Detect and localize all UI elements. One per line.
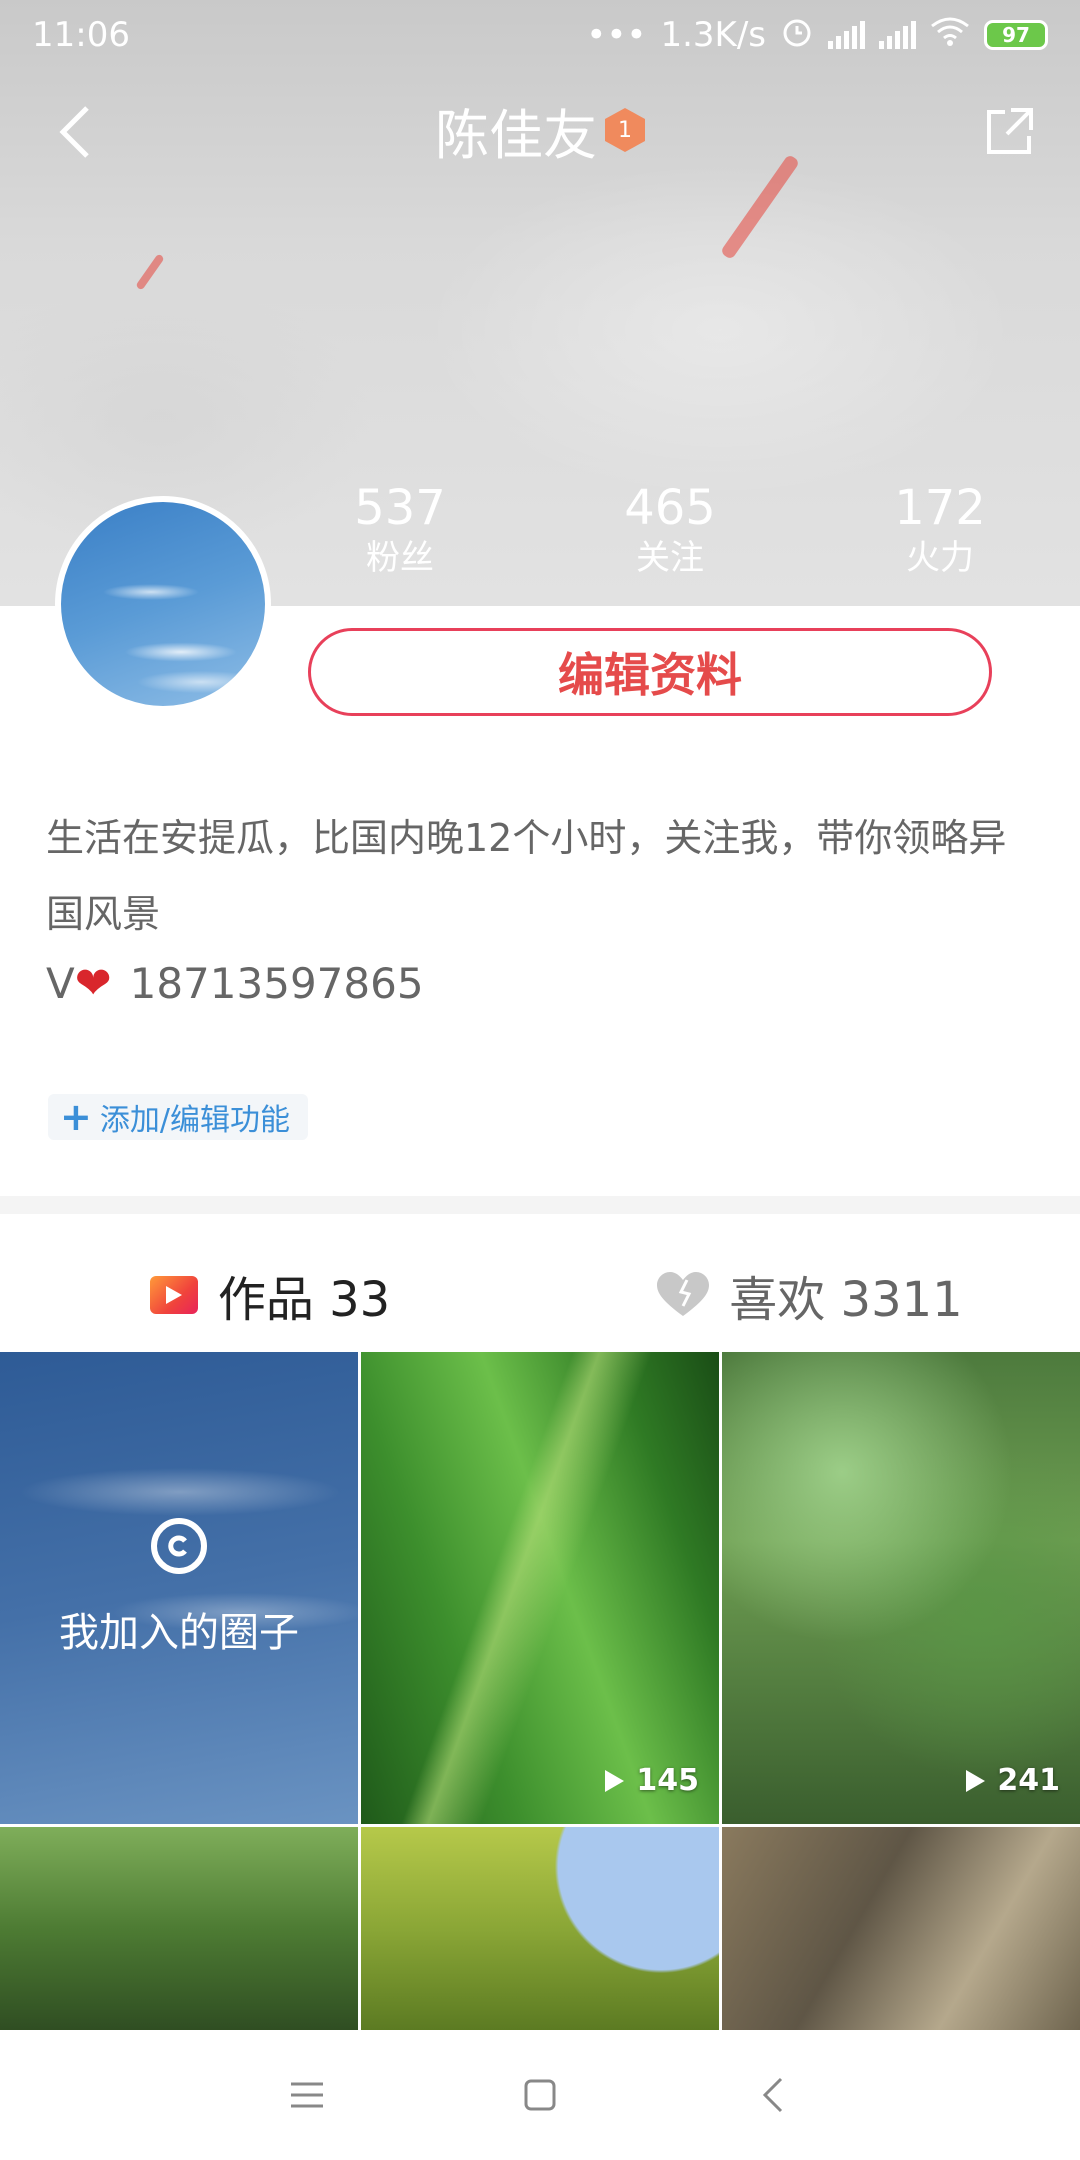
- wifi-icon: [930, 15, 970, 55]
- add-function-label: 添加/编辑功能: [99, 1103, 290, 1138]
- system-nav-bar: [0, 2030, 1080, 2160]
- profile-name: 陈佳友: [435, 103, 597, 167]
- work-thumbnail[interactable]: 241: [722, 1352, 1080, 1824]
- work-thumbnail[interactable]: [722, 1827, 1080, 2032]
- circle-tile-content: 我加入的圈子: [0, 1352, 358, 1824]
- profile-title: 陈佳友 1: [435, 91, 645, 170]
- menu-icon: [290, 2082, 323, 2108]
- home-square-icon: [524, 2079, 556, 2111]
- cover-decoration: [135, 253, 165, 291]
- play-count: 241: [963, 1763, 1060, 1798]
- tab-likes[interactable]: 喜欢 3311: [540, 1240, 1080, 1350]
- tab-works-label: 作品 33: [217, 1272, 391, 1328]
- status-time: 11:06: [32, 15, 130, 55]
- stat-label: 粉丝: [366, 538, 434, 578]
- battery-indicator: 97: [984, 20, 1048, 50]
- signal-icon: [828, 21, 865, 49]
- contact-prefix: V❤: [46, 958, 112, 1009]
- circle-tile-label: 我加入的圈子: [59, 1610, 299, 1656]
- work-thumbnail[interactable]: 145: [361, 1352, 719, 1824]
- heart-icon: [657, 1272, 710, 1316]
- play-icon: [605, 1769, 625, 1792]
- profile-contact: V❤ 18713597865: [46, 958, 424, 1009]
- play-icon: [966, 1769, 986, 1792]
- network-speed: 1.3K/s: [660, 15, 766, 55]
- stat-value: 172: [894, 480, 986, 536]
- red-heart-icon: ❤: [74, 958, 112, 1009]
- stat-label: 火力: [906, 538, 974, 578]
- add-function-button[interactable]: + 添加/编辑功能: [48, 1094, 308, 1140]
- section-divider: [0, 1196, 1080, 1214]
- joined-circles-tile[interactable]: 我加入的圈子: [0, 1352, 358, 1824]
- stat-following[interactable]: 465 关注: [570, 480, 770, 580]
- stat-label: 关注: [636, 538, 704, 578]
- alarm-icon: [780, 14, 814, 57]
- signal-roaming-icon: [879, 21, 916, 49]
- stat-fans[interactable]: 537 粉丝: [300, 480, 500, 580]
- contact-phone: 18713597865: [129, 959, 424, 1008]
- system-back-button[interactable]: [733, 2055, 813, 2135]
- back-button[interactable]: [40, 97, 110, 167]
- top-nav: 陈佳友 1: [0, 85, 1080, 175]
- back-arrow-icon: [59, 106, 89, 158]
- level-badge: 1: [605, 108, 645, 152]
- tab-works[interactable]: 作品 33: [0, 1240, 540, 1350]
- share-icon: [987, 108, 1033, 154]
- more-dots-icon: •••: [586, 15, 647, 55]
- work-thumbnail[interactable]: [361, 1827, 719, 2032]
- back-chevron-icon: [763, 2077, 783, 2113]
- stat-value: 465: [624, 480, 716, 536]
- avatar[interactable]: [55, 496, 271, 712]
- tab-likes-label: 喜欢 3311: [729, 1272, 963, 1328]
- content-tabs: 作品 33 喜欢 3311: [0, 1240, 1080, 1350]
- home-button[interactable]: [500, 2055, 580, 2135]
- stat-value: 537: [354, 480, 446, 536]
- circle-icon: [151, 1518, 207, 1574]
- stat-firepower[interactable]: 172 火力: [840, 480, 1040, 580]
- menu-button[interactable]: [267, 2055, 347, 2135]
- edit-profile-button[interactable]: 编辑资料: [308, 628, 992, 716]
- profile-stats: 537 粉丝 465 关注 172 火力: [300, 480, 1040, 580]
- share-button[interactable]: [974, 97, 1044, 167]
- play-count: 145: [602, 1763, 699, 1798]
- play-count-value: 241: [997, 1763, 1060, 1798]
- works-grid: 我加入的圈子 145 241: [0, 1352, 1080, 2032]
- work-thumbnail[interactable]: [0, 1827, 358, 2032]
- works-play-icon: [149, 1276, 198, 1314]
- play-count-value: 145: [636, 1763, 699, 1798]
- status-icons: ••• 1.3K/s 97: [586, 14, 1048, 57]
- status-bar: 11:06 ••• 1.3K/s 97: [0, 0, 1080, 70]
- plus-icon: +: [60, 1095, 92, 1139]
- profile-bio: 生活在安提瓜，比国内晚12个小时，关注我，带你领略异国风景: [46, 816, 1007, 936]
